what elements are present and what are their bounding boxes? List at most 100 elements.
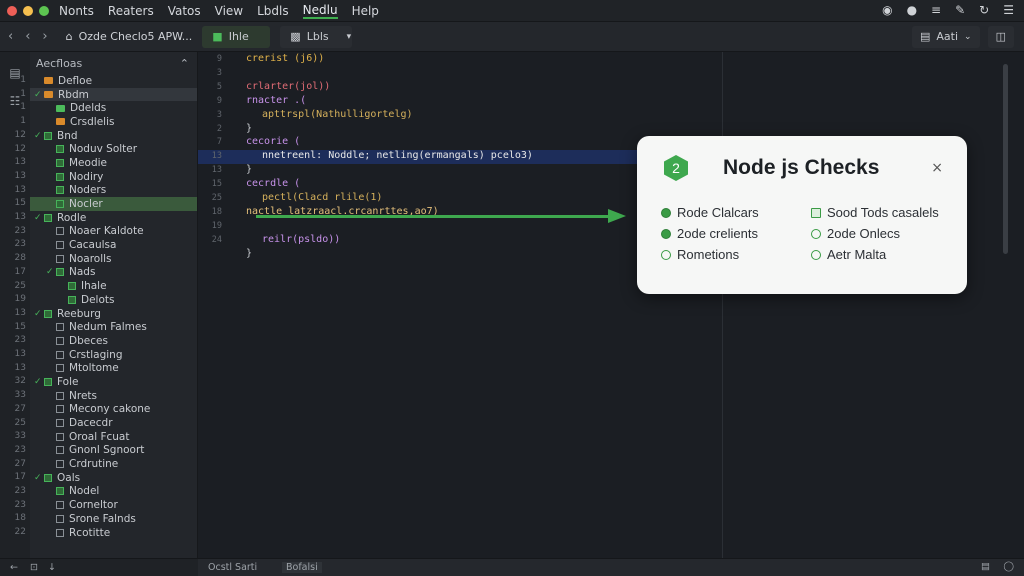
- bell-icon[interactable]: ◯: [1003, 561, 1014, 572]
- tree-item[interactable]: Noduv Solter: [30, 142, 197, 156]
- shield-icon[interactable]: ◉: [882, 3, 892, 17]
- tree-item[interactable]: Delots: [30, 293, 197, 307]
- checkbox[interactable]: [56, 268, 64, 277]
- tree-item[interactable]: Nodel: [30, 485, 197, 499]
- close-icon[interactable]: ×: [931, 160, 943, 176]
- tree-item[interactable]: Meodie: [30, 156, 197, 170]
- tree-item[interactable]: Corneltor: [30, 498, 197, 512]
- back-icon[interactable]: ‹: [8, 29, 13, 44]
- globe-icon[interactable]: ●: [907, 3, 917, 17]
- tree-item[interactable]: ✓ Nads: [30, 266, 197, 280]
- checkbox[interactable]: [56, 419, 64, 428]
- checkbox[interactable]: [56, 487, 64, 496]
- tab-file[interactable]: ■ Ihle: [202, 25, 271, 48]
- menu-item-1[interactable]: Nonts: [59, 4, 94, 18]
- check-item-right-1[interactable]: Sood Tods casalels: [811, 205, 939, 220]
- tree-item[interactable]: Dbeces: [30, 334, 197, 348]
- add-button[interactable]: ▤ Aati ⌄: [912, 25, 980, 48]
- list-icon[interactable]: ≡: [931, 3, 941, 17]
- chevron-down-icon[interactable]: ✓: [34, 131, 44, 141]
- chevron-down-icon[interactable]: ✓: [34, 377, 44, 387]
- zoom-window-button[interactable]: [39, 5, 49, 16]
- status-left-icon[interactable]: ←: [10, 562, 18, 573]
- collapse-icon[interactable]: ⌃: [180, 57, 189, 70]
- tree-item[interactable]: Rcotitte: [30, 526, 197, 540]
- checkbox[interactable]: [68, 282, 76, 291]
- check-item-right-2[interactable]: 2ode Onlecs: [811, 226, 900, 241]
- checkbox[interactable]: [56, 514, 64, 523]
- code-line[interactable]: crlarter(jol)): [246, 81, 330, 92]
- editor-scrollbar[interactable]: [1003, 64, 1008, 254]
- sync-icon[interactable]: ↻: [979, 3, 989, 17]
- checkbox[interactable]: [56, 391, 64, 400]
- checkbox[interactable]: [56, 241, 64, 250]
- checkbox[interactable]: [56, 446, 64, 455]
- checkbox[interactable]: [56, 200, 64, 209]
- checkbox[interactable]: [56, 350, 64, 359]
- tree-item[interactable]: Nedum Falmes: [30, 320, 197, 334]
- tree-item[interactable]: Gnonl Sgnoort: [30, 444, 197, 458]
- menu-item-6[interactable]: Nedlu: [302, 3, 338, 19]
- checkbox[interactable]: [56, 186, 64, 195]
- tree-item[interactable]: Nrets: [30, 389, 197, 403]
- code-line[interactable]: cecorie (: [246, 136, 300, 147]
- tree-item[interactable]: Ihale: [30, 279, 197, 293]
- back-alt-icon[interactable]: ‹: [25, 29, 30, 44]
- code-line[interactable]: rnacter .(: [246, 95, 306, 106]
- code-editor[interactable]: 9 crerist (j6)) 3 5 crlarter(jol)) 9 rnacter .…: [198, 52, 1024, 558]
- tree-item[interactable]: ✓ Fole: [30, 375, 197, 389]
- tree-item[interactable]: Nocler: [30, 197, 197, 211]
- code-line[interactable]: cecrdle (: [246, 178, 300, 189]
- breadcrumb[interactable]: ⌂ Ozde Checlo5 APW...: [66, 30, 193, 43]
- tree-item[interactable]: Crsdlelis: [30, 115, 197, 129]
- forward-icon[interactable]: ›: [42, 29, 47, 44]
- code-line[interactable]: }: [246, 123, 252, 134]
- tree-item[interactable]: Noarolls: [30, 252, 197, 266]
- tree-item[interactable]: Mecony cakone: [30, 403, 197, 417]
- tree-item[interactable]: Srone Falnds: [30, 512, 197, 526]
- checkbox[interactable]: [56, 158, 64, 167]
- tab-labels[interactable]: ▩ Lbls ▾: [280, 25, 353, 48]
- status-left-label[interactable]: Ocstl Sarti: [208, 562, 257, 573]
- check-item-right-3[interactable]: Aetr Malta: [811, 247, 886, 262]
- tree-item[interactable]: ✓ Rbdm: [30, 87, 197, 102]
- checkbox[interactable]: [44, 309, 52, 318]
- tree-item[interactable]: Ddelds: [30, 101, 197, 115]
- status-sync-icon[interactable]: ↓: [48, 562, 56, 573]
- checkbox[interactable]: [56, 528, 64, 537]
- check-item-left-2[interactable]: 2ode crelients: [661, 226, 758, 241]
- menu-item-help[interactable]: Help: [352, 4, 379, 18]
- code-line[interactable]: }: [246, 248, 252, 259]
- tree-item[interactable]: Dacecdr: [30, 416, 197, 430]
- menu-item-3[interactable]: Vatos: [168, 4, 201, 18]
- tree-item[interactable]: ✓ Reeburg: [30, 307, 197, 321]
- tree-item[interactable]: Defloe: [30, 74, 197, 88]
- tree-item[interactable]: Nodiry: [30, 170, 197, 184]
- checkbox[interactable]: [56, 460, 64, 469]
- status-right-label[interactable]: Bofalsi: [282, 562, 322, 573]
- check-item-left-3[interactable]: Rometions: [661, 247, 739, 262]
- checkbox[interactable]: [56, 405, 64, 414]
- checkbox[interactable]: [68, 295, 76, 304]
- checkbox[interactable]: [56, 227, 64, 236]
- checkbox[interactable]: [56, 254, 64, 263]
- checkbox[interactable]: [56, 364, 64, 373]
- check-item-left-1[interactable]: Rode Clalcars: [661, 205, 759, 220]
- checkbox[interactable]: [56, 172, 64, 181]
- tree-item[interactable]: Cacaulsa: [30, 238, 197, 252]
- minimize-window-button[interactable]: [23, 5, 33, 16]
- code-line[interactable]: pectl(Clacd rlile(1): [262, 192, 382, 203]
- checkbox[interactable]: [56, 336, 64, 345]
- checkbox[interactable]: [56, 323, 64, 332]
- chevron-down-icon[interactable]: ✓: [34, 213, 44, 223]
- menu-icon[interactable]: ☰: [1003, 3, 1014, 17]
- chevron-down-icon[interactable]: ✓: [34, 90, 44, 100]
- checkbox[interactable]: [56, 145, 64, 154]
- tree-item[interactable]: Crdrutine: [30, 457, 197, 471]
- status-branch-icon[interactable]: ⊡: [30, 562, 38, 573]
- checkbox[interactable]: [44, 213, 52, 222]
- tree-item[interactable]: ✓ Oals: [30, 471, 197, 485]
- notification-icon[interactable]: ▤: [981, 561, 990, 572]
- chevron-down-icon[interactable]: ✓: [34, 309, 44, 319]
- close-window-button[interactable]: [7, 5, 17, 16]
